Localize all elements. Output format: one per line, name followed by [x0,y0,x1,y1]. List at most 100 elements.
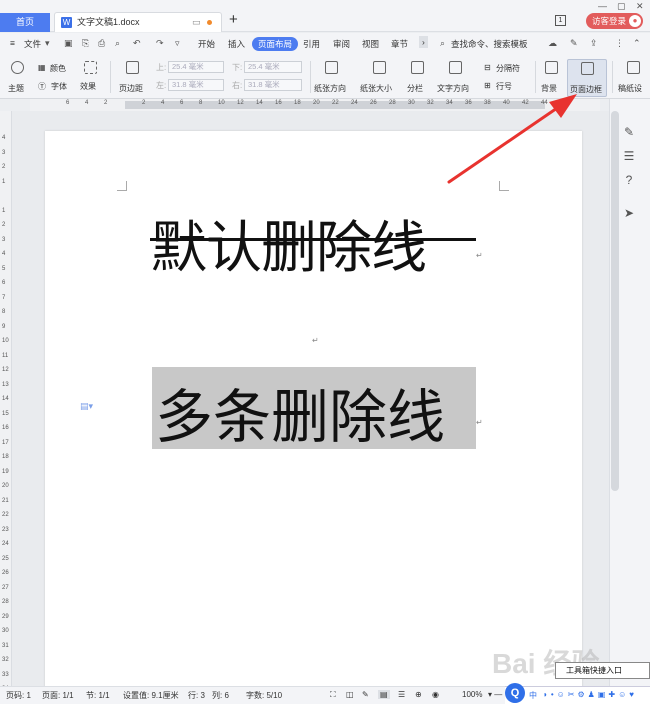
menu-start[interactable]: 开始 [198,38,215,50]
more-options-icon[interactable]: ⋮ [615,38,624,49]
menu-file[interactable]: 文件 [24,38,41,50]
strikethrough-text-default[interactable]: 默认删除线 [151,203,427,284]
ruler-tick-label: 8 [199,100,203,106]
status-page[interactable]: 页面: 1/1 [42,690,74,701]
settings-sliders-icon[interactable]: ☰ [622,149,636,163]
ribbon-divider [310,61,311,93]
paper-size-icon[interactable] [373,61,386,76]
color-icon[interactable]: ▦ [38,63,46,72]
status-col[interactable]: 列: 6 [212,690,229,701]
guest-login-button[interactable]: 访客登录 ● [586,13,643,29]
ruler-tick-label: 4 [85,100,89,106]
ruler-tick-label: 15 [2,410,9,417]
margin-icon[interactable] [126,61,139,76]
margin-button[interactable]: 页边距 [119,83,143,94]
fullscreen-icon[interactable]: ⛶ [330,690,336,700]
menu-references[interactable]: 引用 [303,38,320,50]
page-view-icon[interactable]: ▤ [378,690,390,699]
new-tab-button[interactable]: + [229,11,238,28]
ruler-tick-label: 10 [218,100,225,106]
ruler-tick-label: 13 [2,381,9,388]
menu-scroll-right-icon[interactable]: › [419,36,428,48]
vertical-scrollbar[interactable] [611,111,619,491]
theme-button[interactable]: 主题 [8,83,24,94]
right-margin-field[interactable]: 31.8 毫米 [244,79,302,91]
color-button[interactable]: 颜色 [50,63,66,74]
status-word-count[interactable]: 字数: 5/10 [246,690,282,701]
collapse-ribbon-icon[interactable]: ⌃ [633,38,641,49]
columns-icon[interactable] [411,61,424,76]
chevron-down-icon[interactable]: ▾ [45,38,50,49]
effect-icon[interactable] [84,61,97,76]
ime-logo-icon[interactable]: Q [505,683,525,703]
orientation-icon[interactable] [325,61,338,76]
manuscript-icon[interactable] [627,61,640,76]
share-icon[interactable]: ⇪ [590,38,598,49]
orientation-button[interactable]: 纸张方向 [314,83,346,94]
top-margin-field[interactable]: 25.4 毫米 [168,61,224,73]
minimize-icon[interactable]: — [598,1,607,11]
breaks-button[interactable]: 分隔符 [496,63,520,74]
menu-review[interactable]: 审阅 [333,38,350,50]
save-icon[interactable]: ▣ [64,38,73,49]
tab-document[interactable]: W 文字文稿1.docx ▭ [54,12,222,32]
cloud-icon[interactable]: ☁ [548,38,557,49]
preview-icon[interactable]: ⌕ [115,38,120,49]
status-setting[interactable]: 设置值: 9.1厘米 [123,690,179,701]
tab-home[interactable]: 首页 [0,13,50,32]
bottom-margin-field[interactable]: 25.4 毫米 [244,61,302,73]
breaks-icon[interactable]: ⊟ [484,63,491,72]
cursor-icon[interactable]: ➤ [622,206,636,220]
left-margin-field[interactable]: 31.8 毫米 [168,79,224,91]
outline-view-icon[interactable]: ☰ [398,690,405,699]
zoom-dropdown-icon[interactable]: ▾ — [488,690,502,699]
status-page-number[interactable]: 页码: 1 [6,690,31,701]
window-count-badge[interactable]: 1 [555,15,566,26]
manuscript-button[interactable]: 稿纸设 [618,83,642,94]
menu-page-layout[interactable]: 页面布局 [252,37,299,51]
monitor-icon[interactable]: ▭ [192,13,201,32]
more-chevron-icon[interactable]: ▿ [175,38,180,49]
ruler-tick-label: 14 [2,396,9,402]
close-icon[interactable]: ✕ [636,1,644,12]
ruler-tick-label: 16 [2,425,9,431]
effect-button[interactable]: 效果 [80,81,96,92]
paper-size-button[interactable]: 纸张大小 [360,83,392,94]
columns-button[interactable]: 分栏 [407,83,423,94]
print-icon[interactable]: ⎙ [98,38,105,49]
zoom-level[interactable]: 100% [462,690,482,699]
ime-tools-icons[interactable]: ◗•☺✂⚙♟▣✚☺♥ [543,690,637,699]
ruler-tick-label: 12 [2,367,9,373]
focus-icon[interactable]: ◫ [346,690,354,699]
search-icon[interactable]: ⌕ [440,38,445,49]
menu-insert[interactable]: 插入 [228,38,245,50]
pen-icon[interactable]: ✎ [570,38,578,49]
status-row[interactable]: 行: 3 [188,690,205,701]
export-icon[interactable]: ⎘ [82,38,89,49]
menu-section[interactable]: 章节 [391,38,408,50]
unsaved-dot-icon [207,20,212,25]
undo-icon[interactable]: ↶ [133,38,141,49]
command-search[interactable]: 查找命令、搜索模板 [451,38,528,50]
hamburger-icon[interactable]: ≡ [10,38,15,48]
status-section[interactable]: 节: 1/1 [86,690,110,701]
paragraph-mark: ↵ [312,336,319,345]
help-icon[interactable]: ? [622,173,636,187]
read-mode-icon[interactable]: ◉ [432,690,439,699]
web-view-icon[interactable]: ⊕ [415,690,422,699]
menu-view[interactable]: 视图 [362,38,379,50]
pen-icon[interactable]: ✎ [622,125,636,139]
font-button[interactable]: 字体 [51,81,67,92]
ruler-tick-label: 32 [427,100,434,106]
pen-mode-icon[interactable]: ✎ [362,690,369,699]
maximize-icon[interactable]: ▢ [617,1,626,12]
strikethrough-text-multiple[interactable]: 多条删除线 [155,370,445,454]
font-icon[interactable]: Ⓣ [38,81,46,92]
theme-icon[interactable] [11,61,24,76]
ime-language[interactable]: 中 [529,690,537,701]
paragraph-handle-icon[interactable]: ▤▾ [80,401,93,412]
vertical-ruler[interactable]: 4 3 2 1 1 2 3 4 5 6 7 8 9 10 11 12 13 14 15 16 17 18 19 20 21 22 2… [0,111,12,692]
background-icon[interactable] [545,61,558,76]
text-direction-icon[interactable] [449,61,462,76]
redo-icon[interactable]: ↷ [156,38,164,49]
